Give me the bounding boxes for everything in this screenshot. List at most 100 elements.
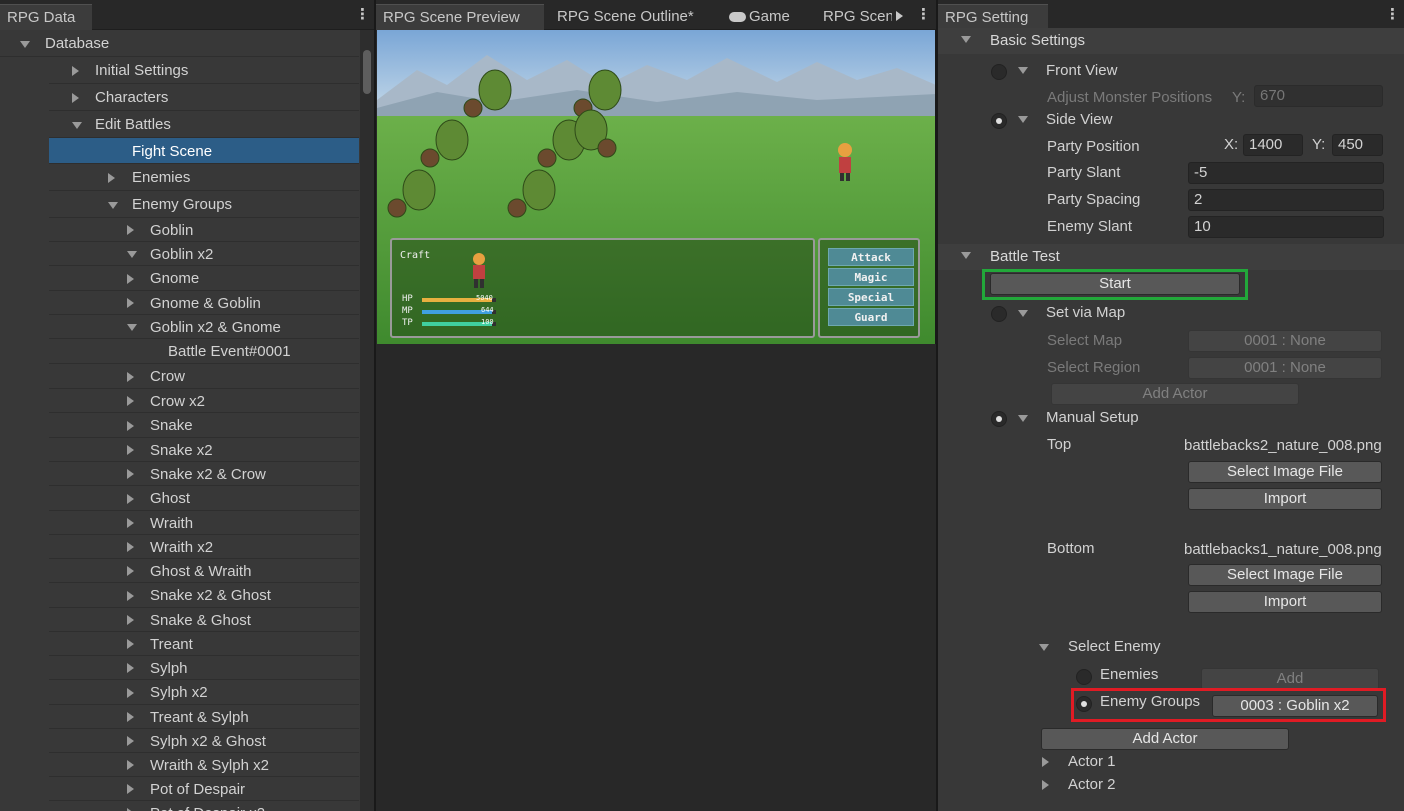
- tree-item[interactable]: Crow x2: [49, 389, 359, 413]
- chevron-right-icon[interactable]: [127, 469, 134, 479]
- chevron-right-icon[interactable]: [127, 542, 134, 552]
- tree-item[interactable]: Sylph x2 & Ghost: [49, 729, 359, 753]
- front-view-expand-icon[interactable]: [1018, 67, 1028, 74]
- enemy-slant-field[interactable]: 10: [1188, 216, 1384, 238]
- tree-item[interactable]: Snake: [49, 413, 359, 438]
- chevron-right-icon[interactable]: [127, 225, 134, 235]
- actor-2-expand-icon[interactable]: [1042, 780, 1049, 790]
- enemy-groups-radio[interactable]: [1076, 696, 1092, 712]
- add-actor-button[interactable]: Add Actor: [1041, 728, 1289, 750]
- manual-setup-radio[interactable]: [991, 411, 1007, 427]
- set-via-map-expand-icon[interactable]: [1018, 310, 1028, 317]
- tree-scroll-thumb[interactable]: [363, 50, 371, 94]
- tree-item[interactable]: Initial Settings: [49, 57, 359, 84]
- tree-item[interactable]: Wraith x2: [49, 535, 359, 559]
- tree-item[interactable]: Snake x2 & Crow: [49, 462, 359, 486]
- bottom-select-image-button[interactable]: Select Image File: [1188, 564, 1382, 586]
- tree-item[interactable]: Treant: [49, 632, 359, 656]
- add-actor-disabled-button[interactable]: Add Actor: [1051, 383, 1299, 405]
- tree-item[interactable]: Sylph: [49, 656, 359, 680]
- tree-item[interactable]: Goblin x2 & Gnome: [49, 315, 359, 339]
- start-button[interactable]: Start: [990, 273, 1240, 295]
- chevron-down-icon[interactable]: [72, 122, 82, 129]
- command-special[interactable]: Special: [828, 288, 914, 306]
- chevron-right-icon[interactable]: [127, 663, 134, 673]
- top-import-button[interactable]: Import: [1188, 488, 1382, 510]
- chevron-right-icon[interactable]: [108, 173, 115, 183]
- select-enemy-expand-icon[interactable]: [1039, 644, 1049, 651]
- tab-rpg-scene-preview[interactable]: RPG Scene Preview: [376, 4, 544, 30]
- chevron-right-icon[interactable]: [127, 712, 134, 722]
- chevron-right-icon[interactable]: [127, 784, 134, 794]
- bottom-import-button[interactable]: Import: [1188, 591, 1382, 613]
- party-slant-field[interactable]: -5: [1188, 162, 1384, 184]
- manual-setup-expand-icon[interactable]: [1018, 415, 1028, 422]
- basic-settings-header[interactable]: Basic Settings: [938, 28, 1404, 54]
- tree-item[interactable]: Goblin: [49, 218, 359, 242]
- chevron-right-icon[interactable]: [72, 66, 79, 76]
- tree-item[interactable]: Pot of Despair x2: [49, 801, 359, 811]
- chevron-down-icon[interactable]: [127, 324, 137, 331]
- chevron-down-icon[interactable]: [127, 251, 137, 258]
- chevron-right-icon[interactable]: [127, 372, 134, 382]
- actor-1-label[interactable]: Actor 1: [1068, 753, 1116, 770]
- tree-item[interactable]: Gnome & Goblin: [49, 291, 359, 315]
- tree-item[interactable]: Database: [0, 30, 359, 57]
- adjust-y-field[interactable]: 670: [1254, 85, 1383, 107]
- enemy-groups-select-button[interactable]: 0003 : Goblin x2: [1212, 695, 1378, 717]
- center-panel-menu-icon[interactable]: ⋮: [916, 7, 931, 22]
- chevron-down-icon[interactable]: [108, 202, 118, 209]
- tree-item[interactable]: Gnome: [49, 266, 359, 291]
- tab-game[interactable]: Game: [722, 4, 812, 30]
- setting-panel-menu-icon[interactable]: ⋮: [1385, 7, 1400, 22]
- chevron-right-icon[interactable]: [127, 591, 134, 601]
- chevron-right-icon[interactable]: [127, 566, 134, 576]
- tab-rpg-data[interactable]: RPG Data: [0, 4, 92, 30]
- tree-item[interactable]: Ghost & Wraith: [49, 559, 359, 583]
- tree-item[interactable]: Enemy Groups: [49, 191, 359, 218]
- chevron-right-icon[interactable]: [127, 760, 134, 770]
- party-y-field[interactable]: 450: [1332, 134, 1383, 156]
- chevron-right-icon[interactable]: [127, 421, 134, 431]
- tab-rpg-scene-outline[interactable]: RPG Scene Outline*: [550, 4, 716, 30]
- tab-rpg-scene-overflow[interactable]: RPG Scen: [816, 4, 892, 30]
- panel-menu-icon[interactable]: ⋮: [355, 7, 370, 22]
- chevron-down-icon[interactable]: [20, 41, 30, 48]
- chevron-right-icon[interactable]: [127, 639, 134, 649]
- tree-item[interactable]: Wraith: [49, 511, 359, 535]
- top-select-image-button[interactable]: Select Image File: [1188, 461, 1382, 483]
- party-spacing-field[interactable]: 2: [1188, 189, 1384, 211]
- command-magic[interactable]: Magic: [828, 268, 914, 286]
- set-via-map-radio[interactable]: [991, 306, 1007, 322]
- tree-item[interactable]: Edit Battles: [49, 111, 359, 138]
- party-x-field[interactable]: 1400: [1243, 134, 1303, 156]
- enemies-radio[interactable]: [1076, 669, 1092, 685]
- tree-item[interactable]: Ghost: [49, 486, 359, 511]
- actor-2-label[interactable]: Actor 2: [1068, 776, 1116, 793]
- tree-scrollbar[interactable]: [360, 30, 374, 811]
- enemies-add-button[interactable]: Add: [1201, 668, 1379, 690]
- chevron-right-icon[interactable]: [127, 494, 134, 504]
- tree-item[interactable]: Sylph x2: [49, 680, 359, 705]
- chevron-right-icon[interactable]: [72, 93, 79, 103]
- front-view-radio[interactable]: [991, 64, 1007, 80]
- tree-item[interactable]: Enemies: [49, 164, 359, 191]
- tree-item[interactable]: Crow: [49, 364, 359, 389]
- chevron-right-icon[interactable]: [127, 396, 134, 406]
- chevron-right-icon[interactable]: [127, 298, 134, 308]
- chevron-right-icon[interactable]: [127, 274, 134, 284]
- select-map-button[interactable]: 0001 : None: [1188, 330, 1382, 352]
- select-region-button[interactable]: 0001 : None: [1188, 357, 1382, 379]
- actor-1-expand-icon[interactable]: [1042, 757, 1049, 767]
- tree-item[interactable]: Goblin x2: [49, 242, 359, 266]
- tree-item[interactable]: Treant & Sylph: [49, 705, 359, 729]
- tab-scroll-right-icon[interactable]: [896, 11, 903, 21]
- tree-item[interactable]: Snake x2 & Ghost: [49, 583, 359, 608]
- game-viewport[interactable]: Craft HP 5040 MP 644 TP 100 Attack Magic…: [377, 30, 936, 344]
- tree-item[interactable]: Fight Scene: [49, 138, 359, 164]
- tree-item[interactable]: Pot of Despair: [49, 777, 359, 801]
- chevron-right-icon[interactable]: [127, 615, 134, 625]
- side-view-radio[interactable]: [991, 113, 1007, 129]
- tree-item[interactable]: Battle Event#0001: [49, 339, 359, 364]
- chevron-right-icon[interactable]: [127, 445, 134, 455]
